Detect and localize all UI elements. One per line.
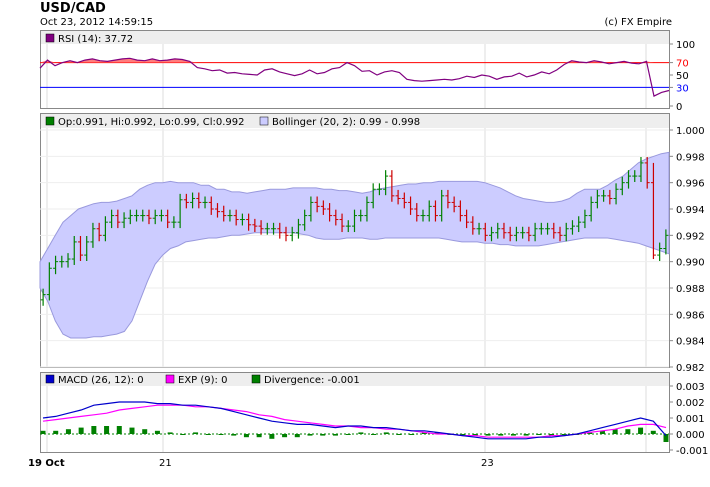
price-ytick-label: 0.984 — [676, 337, 705, 348]
divergence-bar — [104, 426, 110, 434]
divergence-legend: Divergence: -0.001 — [264, 375, 360, 386]
macd-legend-swatch — [45, 374, 55, 384]
rsi-ytick-label: 30 — [676, 83, 689, 94]
rsi-ytick-label: 100 — [676, 40, 695, 51]
divergence-bar — [116, 426, 122, 434]
macd-ytick-label: 0.002 — [676, 398, 705, 409]
exp-legend-swatch — [165, 374, 175, 384]
divergence-bar — [65, 429, 71, 434]
price-ytick-label: 1.000 — [676, 126, 705, 137]
divergence-bar — [625, 429, 631, 434]
macd-ytick-label: 0.001 — [676, 414, 705, 425]
macd-legend: MACD (26, 12): 0 — [58, 375, 144, 386]
price-ytick-label: 0.992 — [676, 231, 705, 242]
price-ohlc-legend: Op:0.991, Hi:0.992, Lo:0.99, Cl:0.992 — [58, 117, 245, 128]
x-axis-label: 23 — [481, 458, 494, 469]
price-ytick-label: 0.986 — [676, 310, 705, 321]
rsi-legend: RSI (14): 37.72 — [58, 34, 133, 45]
bollinger-band — [39, 151, 670, 339]
divergence-bar — [129, 427, 135, 434]
rsi-line — [39, 57, 670, 97]
x-axis-label: 19 Oct — [28, 458, 65, 469]
divergence-bar — [91, 426, 97, 434]
macd-ytick-label: 0.003 — [676, 382, 705, 393]
divergence-legend-swatch — [251, 374, 261, 384]
divergence-bar — [269, 434, 275, 439]
divergence-bar — [142, 429, 148, 434]
macd-ytick-label: 0.000 — [676, 430, 705, 441]
rsi-ytick-label: 0 — [676, 102, 682, 113]
exp-legend: EXP (9): 0 — [178, 375, 227, 386]
price-ytick-label: 0.994 — [676, 205, 705, 216]
bollinger-legend: Bollinger (20, 2): 0.99 - 0.998 — [272, 117, 420, 128]
x-axis-label: 21 — [159, 458, 172, 469]
macd-ytick-label: -0.001 — [676, 446, 708, 457]
rsi-legend-strip — [40, 30, 669, 44]
price-ytick-label: 0.990 — [676, 258, 705, 269]
rsi-legend-swatch — [45, 33, 55, 43]
divergence-bar — [78, 427, 84, 434]
exp-line — [42, 404, 667, 438]
rsi-ytick-label: 50 — [676, 71, 689, 82]
price-ytick-label: 0.982 — [676, 363, 705, 374]
bollinger-legend-swatch — [259, 116, 269, 126]
divergence-bar — [638, 427, 644, 434]
forex-chart: RSI (14): 37.72 100 705030 0 Op:0.991, Hi:0.… — [28, 30, 708, 469]
price-ytick-label: 0.998 — [676, 152, 705, 163]
price-ohlc-legend-swatch — [45, 116, 55, 126]
price-ytick-label: 0.988 — [676, 284, 705, 295]
price-ytick-label: 0.996 — [676, 179, 705, 190]
rsi-ytick-label: 70 — [676, 59, 689, 70]
